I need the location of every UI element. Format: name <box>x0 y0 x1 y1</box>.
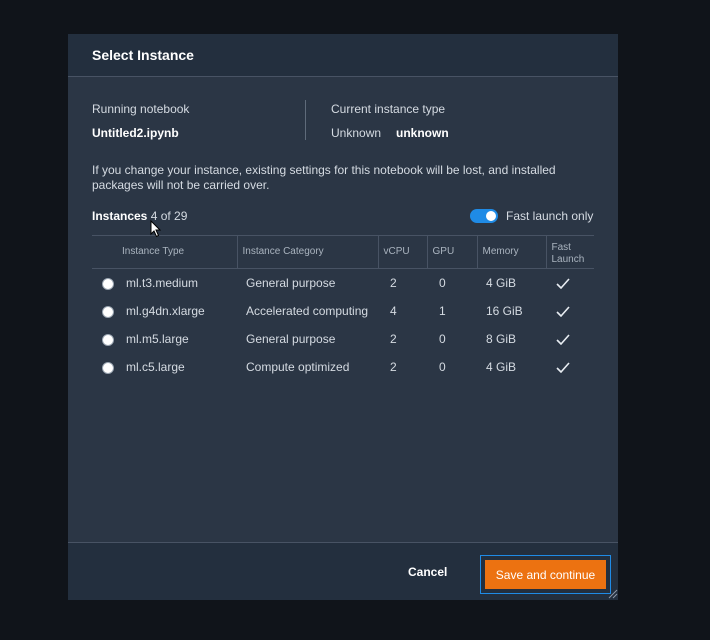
dialog-footer: Cancel Save and continue <box>68 542 618 600</box>
row-select[interactable] <box>92 269 117 298</box>
checkmark-icon <box>556 334 570 346</box>
cell-vcpu: 4 <box>390 304 397 318</box>
cell-instance-type: ml.g4dn.xlarge <box>126 304 205 318</box>
cell-gpu: 0 <box>439 332 446 346</box>
cell-fast-launch <box>546 297 594 325</box>
header-select <box>92 235 117 269</box>
cell-instance-category: Compute optimized <box>246 360 350 374</box>
save-and-continue-label: Save and continue <box>485 560 606 589</box>
cell-instance-category: General purpose <box>246 276 336 290</box>
toggle-knob <box>486 211 496 221</box>
row-select[interactable] <box>92 325 117 353</box>
change-warning-text: If you change your instance, existing se… <box>92 163 556 192</box>
cell-memory: 4 GiB <box>486 360 517 374</box>
cell-gpu: 0 <box>439 360 446 374</box>
table-row[interactable]: ml.t3.medium General purpose 2 0 4 GiB <box>92 269 594 298</box>
radio-button[interactable] <box>102 333 114 346</box>
info-divider <box>305 100 306 140</box>
instances-table: Instance Type Instance Category vCPU GPU… <box>92 235 594 381</box>
cell-vcpu: 2 <box>390 360 397 374</box>
table-row[interactable]: ml.g4dn.xlarge Accelerated computing 4 1 16 … <box>92 297 594 325</box>
instances-label: Instances <box>92 209 148 223</box>
save-and-continue-button[interactable]: Save and continue <box>480 555 611 594</box>
cancel-button[interactable]: Cancel <box>408 565 447 579</box>
running-notebook-label: Running notebook <box>92 102 190 116</box>
cell-gpu: 1 <box>439 304 446 318</box>
cell-vcpu: 2 <box>390 276 397 290</box>
cell-memory: 4 GiB <box>486 276 517 290</box>
mouse-cursor-icon <box>150 220 162 238</box>
cell-memory: 16 GiB <box>486 304 523 318</box>
radio-button[interactable] <box>102 305 114 318</box>
table-header-row: Instance Type Instance Category vCPU GPU… <box>92 235 594 269</box>
header-fast-launch[interactable]: Fast Launch <box>545 235 594 269</box>
header-instance-type[interactable]: Instance Type <box>117 235 237 269</box>
row-select[interactable] <box>92 297 117 325</box>
cell-memory: 8 GiB <box>486 332 517 346</box>
cell-fast-launch <box>546 353 594 381</box>
current-instance-type-unknown-label: Unknown <box>331 126 382 140</box>
cell-fast-launch <box>546 269 594 298</box>
checkmark-icon <box>556 306 570 318</box>
select-instance-dialog: Select Instance Running notebook Untitle… <box>68 34 618 600</box>
cell-vcpu: 2 <box>390 332 397 346</box>
cell-fast-launch <box>546 325 594 353</box>
dialog-header: Select Instance <box>68 34 618 77</box>
checkmark-icon <box>556 362 570 374</box>
header-instance-category[interactable]: Instance Category <box>236 235 378 269</box>
cell-instance-type: ml.m5.large <box>126 332 189 346</box>
checkmark-icon <box>556 278 570 290</box>
current-instance-type-label: Current instance type <box>331 102 446 116</box>
dialog-title: Select Instance <box>92 47 194 63</box>
instances-count: Instances 4 of 29 <box>92 209 187 223</box>
cell-instance-type: ml.t3.medium <box>126 276 199 290</box>
table-row[interactable]: ml.c5.large Compute optimized 2 0 4 GiB <box>92 353 594 381</box>
radio-button[interactable] <box>102 361 114 374</box>
cell-gpu: 0 <box>439 276 446 290</box>
running-notebook-value: Untitled2.ipynb <box>92 126 179 140</box>
fast-launch-toggle[interactable] <box>470 209 498 223</box>
cell-instance-category: General purpose <box>246 332 336 346</box>
radio-button[interactable] <box>102 277 114 290</box>
cell-instance-type: ml.c5.large <box>126 360 185 374</box>
current-instance-type-value: unknown <box>396 126 449 140</box>
table-row[interactable]: ml.m5.large General purpose 2 0 8 GiB <box>92 325 594 353</box>
header-vcpu[interactable]: vCPU <box>377 235 427 269</box>
cell-instance-category: Accelerated computing <box>246 304 369 318</box>
row-select[interactable] <box>92 353 117 381</box>
header-memory[interactable]: Memory <box>476 235 546 269</box>
header-gpu[interactable]: GPU <box>426 235 477 269</box>
fast-launch-label: Fast launch only <box>506 209 594 223</box>
resize-handle-icon[interactable] <box>608 589 618 599</box>
